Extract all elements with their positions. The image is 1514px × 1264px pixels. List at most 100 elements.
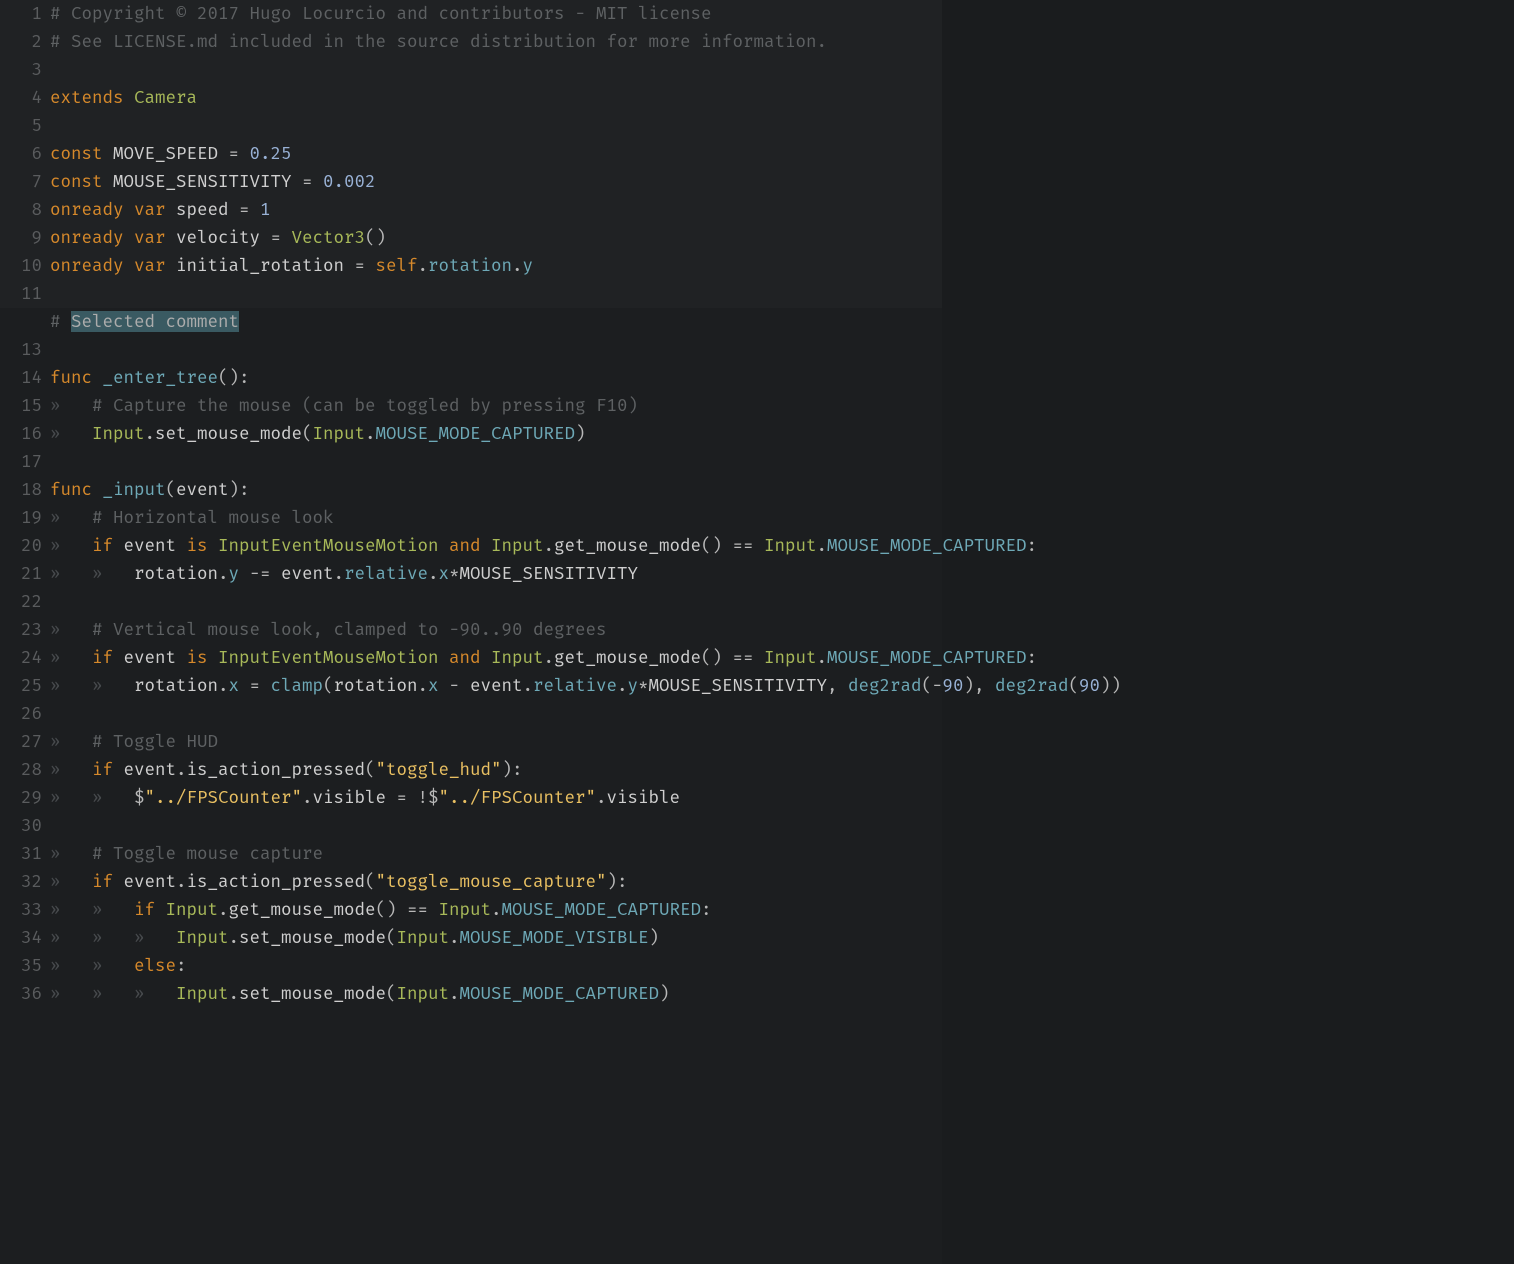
code-area[interactable]: 1 # Copyright © 2017 Hugo Locurcio and c… [0,0,1514,1008]
keyword: if [92,871,113,892]
method: is_action_pressed [187,759,366,780]
paren: (- [922,675,943,696]
line-number: 36 [0,980,48,1008]
function-name: _enter_tree [103,367,219,388]
dot: . [523,675,534,696]
code-line[interactable]: 34 » » » Input.set_mouse_mode(Input.MOUS… [0,924,1514,952]
code-line[interactable]: 8 onready var speed = 1 [0,196,1514,224]
code-line[interactable]: 6 const MOVE_SPEED = 0.25 [0,140,1514,168]
operator: = [355,255,366,276]
dot: . [176,871,187,892]
code-line[interactable]: 29 » » $"../FPSCounter".visible = !$"../… [0,784,1514,812]
colon: : [701,899,712,920]
code-line[interactable]: 35 » » else: [0,952,1514,980]
singleton: Input [491,535,544,556]
line-number: 8 [0,196,48,224]
code-line[interactable]: 21 » » rotation.y -= event.relative.x*MO… [0,560,1514,588]
code-line[interactable]: 33 » » if Input.get_mouse_mode() == Inpu… [0,896,1514,924]
comment: # Vertical mouse look, clamped to -90..9… [92,619,607,640]
code-editor[interactable]: 1 # Copyright © 2017 Hugo Locurcio and c… [0,0,1514,1264]
colon: : [1027,647,1038,668]
line-number: 16 [0,420,48,448]
type: Camera [134,87,197,108]
comma: , [974,675,995,696]
comment-hash: # [50,311,71,332]
method: set_mouse_mode [239,983,386,1004]
keyword: var [134,227,166,248]
line-number: 27 [0,728,48,756]
number: 90 [943,675,964,696]
operator: = [302,171,313,192]
code-line[interactable]: 17 [0,448,1514,476]
paren: (): [218,367,250,388]
line-number: 23 [0,616,48,644]
code-line[interactable]: 1 # Copyright © 2017 Hugo Locurcio and c… [0,0,1514,28]
dot: . [544,647,555,668]
identifier: MOUSE_SENSITIVITY [113,171,292,192]
dot: . [334,563,345,584]
dot: . [544,535,555,556]
code-line[interactable]: 7 const MOUSE_SENSITIVITY = 0.002 [0,168,1514,196]
code-line[interactable]: 2 # See LICENSE.md included in the sourc… [0,28,1514,56]
code-line[interactable]: 28 » if event.is_action_pressed("toggle_… [0,756,1514,784]
paren: ) [964,675,975,696]
code-line[interactable]: 20 » if event is InputEventMouseMotion a… [0,532,1514,560]
keyword: else [134,955,176,976]
code-line-selected[interactable]: # Selected comment [0,308,1514,336]
dot: . [596,787,607,808]
method: get_mouse_mode [554,647,701,668]
line-number: 22 [0,588,48,616]
code-line[interactable]: 3 [0,56,1514,84]
constant: MOUSE_MODE_CAPTURED [460,983,660,1004]
line-number: 13 [0,336,48,364]
function-call: deg2rad [848,675,922,696]
code-line[interactable]: 22 [0,588,1514,616]
dot: . [302,787,313,808]
dot: . [218,675,229,696]
code-line[interactable]: 9 onready var velocity = Vector3() [0,224,1514,252]
code-line[interactable]: 16 » Input.set_mouse_mode(Input.MOUSE_MO… [0,420,1514,448]
keyword: if [92,535,113,556]
code-line[interactable]: 14 func _enter_tree(): [0,364,1514,392]
code-line[interactable]: 32 » if event.is_action_pressed("toggle_… [0,868,1514,896]
operator: * [449,563,460,584]
code-line[interactable]: 5 [0,112,1514,140]
code-line[interactable]: 13 [0,336,1514,364]
code-line[interactable]: 30 [0,812,1514,840]
code-line[interactable]: 4 extends Camera [0,84,1514,112]
indent-guide: » [50,871,92,892]
line-number: 9 [0,224,48,252]
identifier: MOUSE_SENSITIVITY [460,563,639,584]
paren: ( [166,479,177,500]
line-number: 6 [0,140,48,168]
number: 0.002 [323,171,376,192]
line-number: 26 [0,700,48,728]
code-line[interactable]: 27 » # Toggle HUD [0,728,1514,756]
code-line[interactable]: 10 onready var initial_rotation = self.r… [0,252,1514,280]
code-line[interactable]: 18 func _input(event): [0,476,1514,504]
code-line[interactable]: 36 » » » Input.set_mouse_mode(Input.MOUS… [0,980,1514,1008]
line-number: 30 [0,812,48,840]
code-line[interactable]: 31 » # Toggle mouse capture [0,840,1514,868]
line-number: 14 [0,364,48,392]
member: rotation [428,255,512,276]
indent-guide: » » » [50,927,176,948]
code-line[interactable]: 15 » # Capture the mouse (can be toggled… [0,392,1514,420]
indent-guide: » » [50,787,134,808]
identifier: event [124,759,177,780]
identifier: velocity [176,227,260,248]
code-line[interactable]: 19 » # Horizontal mouse look [0,504,1514,532]
code-line[interactable]: 26 [0,700,1514,728]
code-line[interactable]: 25 » » rotation.x = clamp(rotation.x - e… [0,672,1514,700]
selected-text[interactable]: Selected comment [71,311,239,332]
code-line[interactable]: 11 [0,280,1514,308]
paren: ): [607,871,628,892]
dot: . [229,983,240,1004]
code-line[interactable]: 24 » if event is InputEventMouseMotion a… [0,644,1514,672]
dot: . [491,899,502,920]
paren: ( [1069,675,1080,696]
member: y [628,675,639,696]
code-line[interactable]: 23 » # Vertical mouse look, clamped to -… [0,616,1514,644]
type: InputEventMouseMotion [218,535,439,556]
keyword: extends [50,87,124,108]
